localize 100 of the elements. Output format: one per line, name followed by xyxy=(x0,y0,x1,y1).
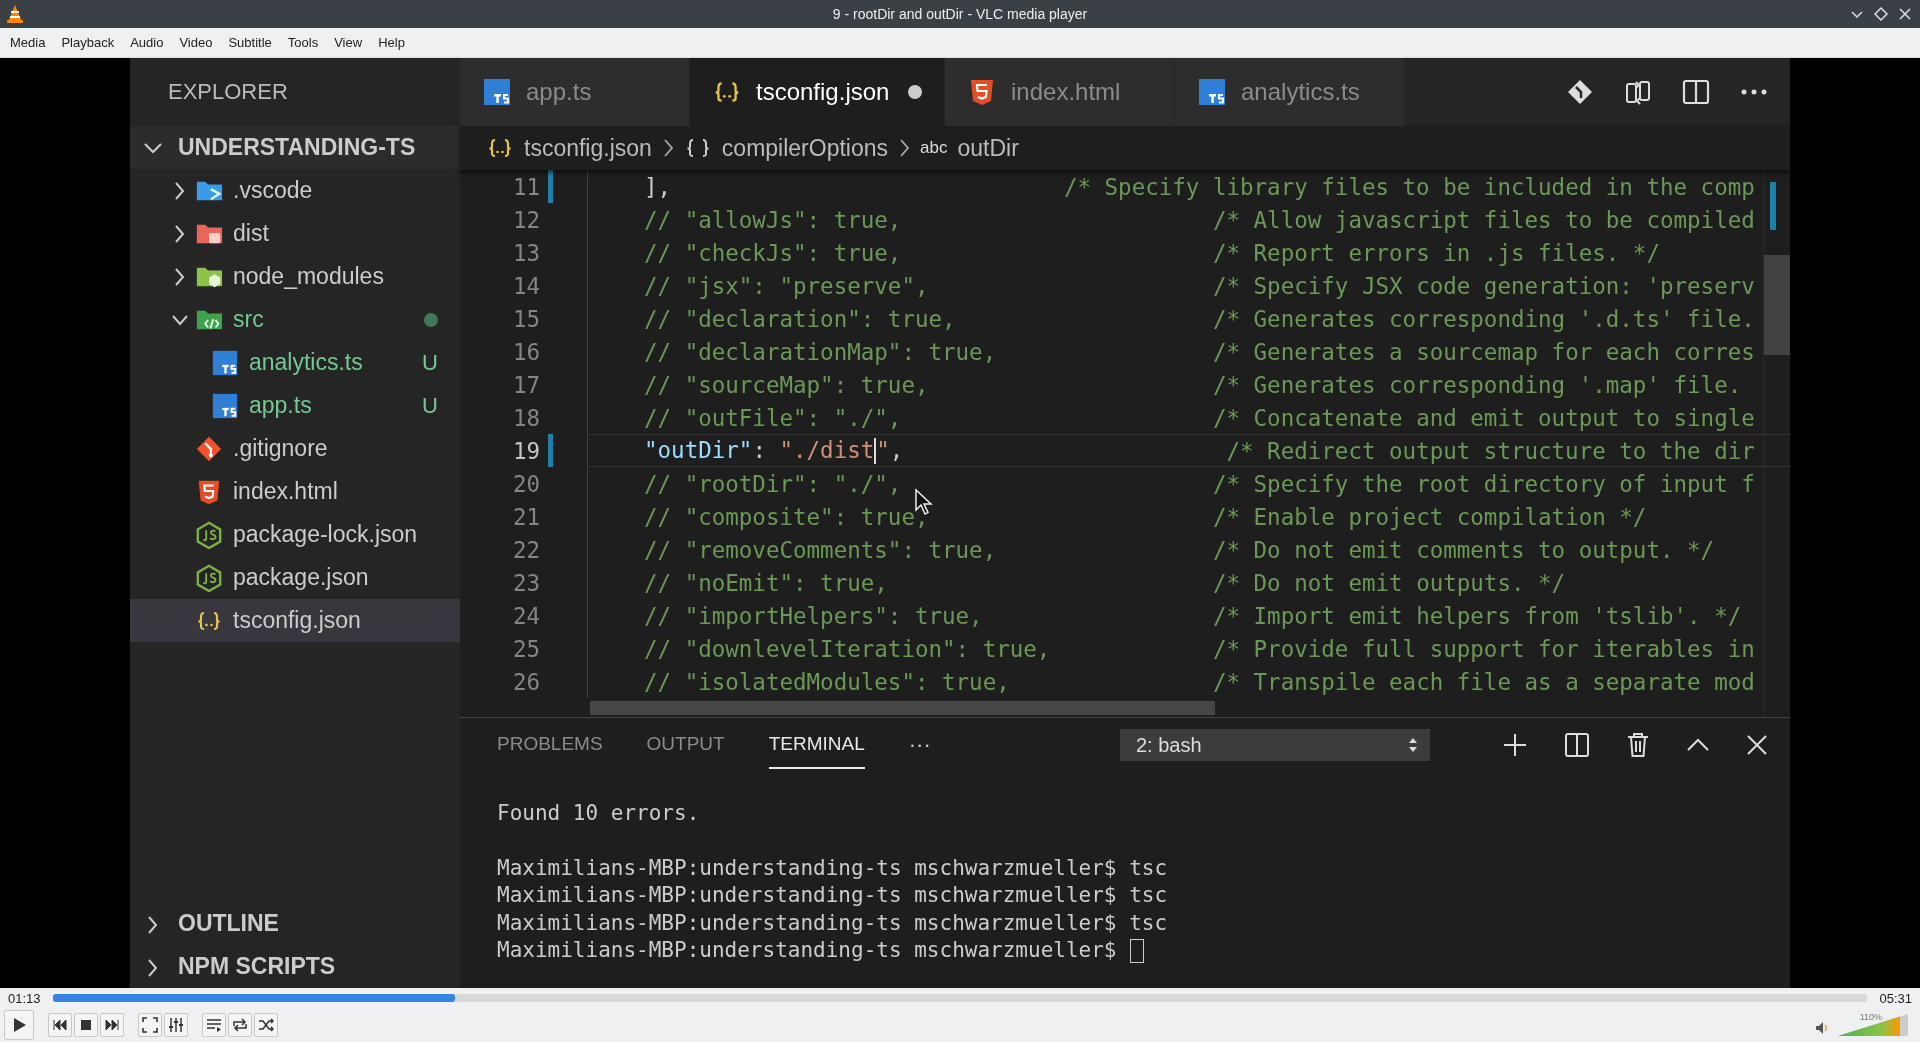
line-number: 22 xyxy=(511,536,540,563)
line-number: 25 xyxy=(511,635,540,662)
code-line: // "isolatedModules": true, xyxy=(644,668,1011,695)
code-line: // "declaration": true, xyxy=(644,305,957,332)
file-tree-item[interactable]: analytics.ts U xyxy=(130,341,460,384)
code-line: // "declarationMap": true, xyxy=(644,338,998,365)
close-icon[interactable] xyxy=(1746,734,1768,756)
code-line: // "sourceMap": true, xyxy=(644,371,930,398)
shuffle-button[interactable] xyxy=(254,1013,278,1037)
code-comment: /* Concatenate and emit output to single xyxy=(1212,404,1755,431)
editor-tab[interactable]: app.ts xyxy=(460,58,690,126)
line-number: 13 xyxy=(511,239,540,266)
extended-settings-icon xyxy=(168,1017,184,1033)
file-tree-item[interactable]: package.json xyxy=(130,556,460,599)
sidebar-title: EXPLORER xyxy=(168,79,288,105)
code-comment: /* Provide full support for iterables in xyxy=(1212,635,1755,662)
fullscreen-icon xyxy=(142,1017,158,1033)
string-icon: abc xyxy=(920,138,948,158)
fullscreen-button[interactable] xyxy=(138,1013,162,1037)
breadcrumb-item[interactable]: tsconfig.json xyxy=(524,134,652,162)
menu-item[interactable]: Audio xyxy=(122,31,172,54)
file-tree-item[interactable]: dist xyxy=(130,212,460,255)
line-number: 11 xyxy=(511,173,540,200)
file-tree-item[interactable]: index.html xyxy=(130,470,460,513)
panel-tab[interactable]: TERMINAL xyxy=(768,721,865,769)
menu-item[interactable]: Subtitle xyxy=(220,31,280,54)
file-tree-item[interactable]: package-lock.json xyxy=(130,513,460,556)
code-line: // "importHelpers": true, xyxy=(644,602,984,629)
loop-button[interactable] xyxy=(228,1013,252,1037)
line-number: 15 xyxy=(511,305,540,332)
menu-item[interactable]: Help xyxy=(370,31,413,54)
code-line: // "outFile": "./", xyxy=(644,404,903,431)
previous-icon xyxy=(52,1017,68,1033)
editor-tab[interactable]: analytics.ts xyxy=(1175,58,1405,126)
file-tree-item[interactable]: .gitignore xyxy=(130,427,460,470)
chevron-icon xyxy=(898,137,911,159)
section-header[interactable]: OUTLINE xyxy=(130,902,460,945)
code-line: ], xyxy=(644,173,673,200)
compare-icon[interactable] xyxy=(1624,78,1652,106)
editor-tab[interactable]: index.html xyxy=(945,58,1175,126)
line-number: 18 xyxy=(511,404,540,431)
playlist-icon xyxy=(206,1017,222,1033)
code-line: // "rootDir": "./", xyxy=(644,470,903,497)
menu-item[interactable]: Media xyxy=(2,31,54,54)
split-editor-icon[interactable] xyxy=(1682,78,1710,106)
code-comment: /* Generates corresponding '.d.ts' file. xyxy=(1212,305,1755,332)
elapsed-time: 01:13 xyxy=(8,990,41,1006)
panel-tab[interactable]: OUTPUT xyxy=(646,721,725,769)
code-line: "outDir": "./dist", xyxy=(644,436,905,465)
play-button[interactable] xyxy=(4,1010,34,1040)
next-button[interactable] xyxy=(100,1013,124,1037)
unsaved-dot xyxy=(908,85,922,99)
line-number: 19 xyxy=(511,437,540,464)
code-comment: /* Generates corresponding '.map' file. xyxy=(1212,371,1742,398)
maximize-button[interactable] xyxy=(1872,5,1890,23)
more-button[interactable]: ··· xyxy=(908,732,931,758)
playlist-button[interactable] xyxy=(202,1013,226,1037)
terminal-select[interactable]: 2: bash xyxy=(1120,729,1430,761)
close-icon xyxy=(1898,7,1912,21)
workspace-header[interactable]: UNDERSTANDING-TS xyxy=(130,126,460,169)
file-tree-item[interactable]: .vscode xyxy=(130,169,460,212)
code-line: // "composite": true, xyxy=(644,503,930,530)
code-comment: /* Enable project compilation */ xyxy=(1212,503,1647,530)
trash-icon[interactable] xyxy=(1626,732,1650,758)
chevron-up-icon[interactable] xyxy=(1686,738,1710,752)
change-dot xyxy=(424,312,438,327)
breadcrumb-item[interactable]: outDir xyxy=(957,134,1019,162)
file-tree-item[interactable]: tsconfig.json xyxy=(130,599,460,642)
git-status: U xyxy=(422,349,438,376)
code-comment: /* Import emit helpers from 'tslib'. */ xyxy=(1212,602,1742,629)
panel-tab[interactable]: PROBLEMS xyxy=(497,721,603,769)
file-tree-item[interactable]: node_modules xyxy=(130,255,460,298)
line-number: 14 xyxy=(511,272,540,299)
section-header[interactable]: NPM SCRIPTS xyxy=(130,945,460,988)
code-comment: /* Redirect output structure to the dir xyxy=(1226,437,1755,464)
menu-item[interactable]: View xyxy=(326,31,371,54)
menu-item[interactable]: Playback xyxy=(53,31,123,54)
diamond-icon[interactable] xyxy=(1566,78,1594,106)
file-tree-item[interactable]: src xyxy=(130,298,460,341)
menu-item[interactable]: Tools xyxy=(279,31,327,54)
plus-icon[interactable] xyxy=(1502,732,1528,758)
seek-bar[interactable] xyxy=(52,994,1868,1002)
line-number: 21 xyxy=(511,503,540,530)
code-line: // "checkJs": true, xyxy=(644,239,903,266)
previous-button[interactable] xyxy=(48,1013,72,1037)
breadcrumb-item[interactable]: compilerOptions xyxy=(721,134,889,162)
code-comment: /* Report errors in .js files. */ xyxy=(1212,239,1660,266)
diamond-icon xyxy=(1874,7,1888,21)
file-tree-item[interactable]: app.ts U xyxy=(130,384,460,427)
menu-item[interactable]: Video xyxy=(171,31,221,54)
shuffle-icon xyxy=(258,1017,274,1033)
editor-tab[interactable]: tsconfig.json xyxy=(690,58,945,126)
extended-settings-button[interactable] xyxy=(164,1013,188,1037)
loop-icon xyxy=(232,1017,248,1033)
split-icon[interactable] xyxy=(1564,732,1590,758)
stop-button[interactable] xyxy=(74,1013,98,1037)
more-icon[interactable] xyxy=(1740,88,1768,96)
terminal-line: Maximilians-MBP:understanding-ts mschwarzmueller$ xyxy=(497,938,1117,962)
scrollbar-thumb[interactable] xyxy=(590,701,1215,715)
speaker-icon[interactable] xyxy=(1814,1020,1830,1036)
